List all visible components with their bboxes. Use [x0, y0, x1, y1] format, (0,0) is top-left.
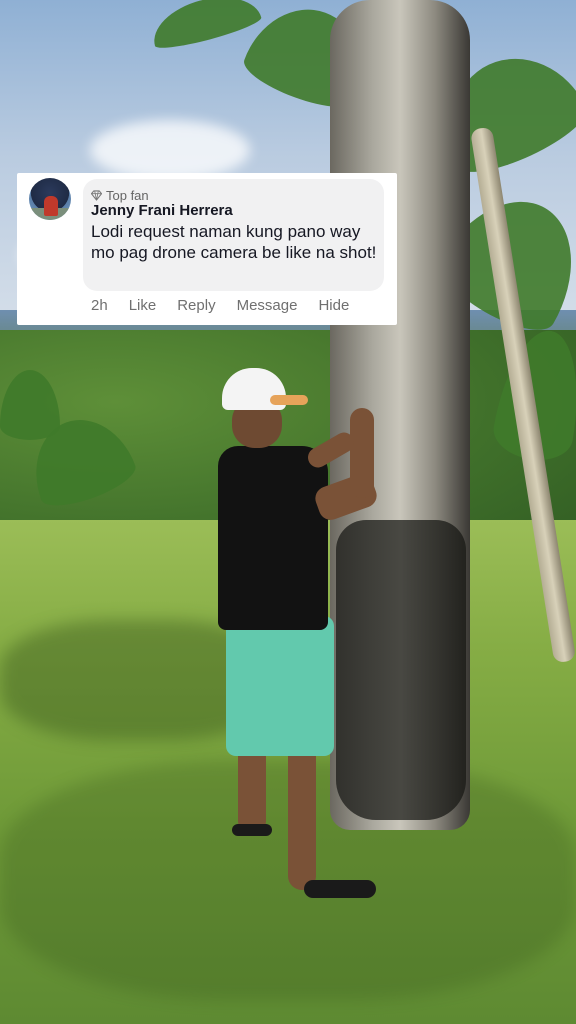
badge-label: Top fan	[106, 187, 149, 203]
comment-text: Lodi request naman kung pano way mo pag …	[91, 222, 377, 262]
sandal	[304, 880, 376, 898]
hide-button[interactable]: Hide	[318, 297, 349, 314]
like-button[interactable]: Like	[129, 297, 157, 314]
video-screen[interactable]: Top fan Jenny Frani Herrera Lodi request…	[0, 0, 576, 1024]
message-button[interactable]: Message	[237, 297, 298, 314]
diamond-icon	[91, 189, 102, 201]
shorts	[226, 616, 334, 756]
commenter-avatar[interactable]	[29, 178, 71, 220]
comment-time: 2h	[91, 297, 108, 314]
forearm	[350, 408, 374, 498]
cap-brim	[270, 395, 308, 405]
trunk-dark-base	[336, 520, 466, 820]
sandal	[232, 824, 272, 836]
reply-comment-card[interactable]: Top fan Jenny Frani Herrera Lodi request…	[17, 173, 397, 325]
video-frame	[0, 0, 576, 1024]
avatar-figure	[44, 196, 58, 216]
right-leg	[288, 740, 316, 890]
top-fan-badge: Top fan	[91, 187, 149, 203]
comment-actions: 2h Like Reply Message Hide	[91, 297, 349, 314]
comment-author[interactable]: Jenny Frani Herrera	[91, 202, 233, 219]
black-shirt	[218, 446, 328, 630]
reply-button[interactable]: Reply	[177, 297, 215, 314]
cloud	[90, 120, 250, 180]
